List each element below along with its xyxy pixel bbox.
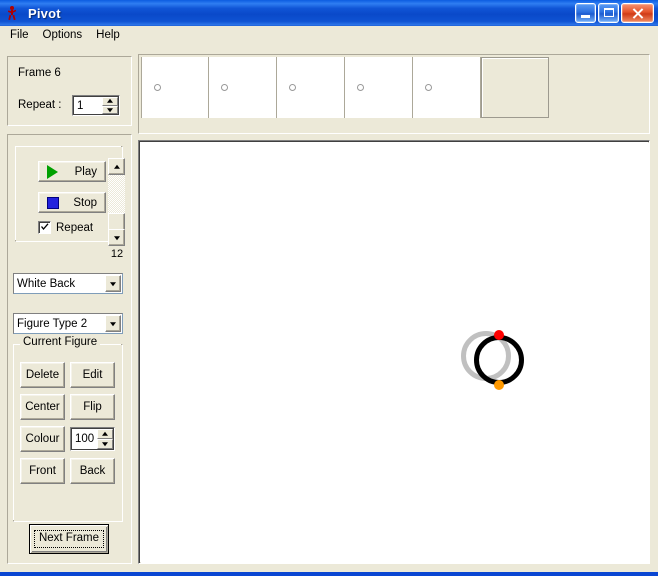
playback-panel: Play Stop Repeat 12	[7, 138, 132, 260]
send-back-button[interactable]: Back	[70, 458, 115, 484]
pivot-application-window: Pivot File Options Help Frame 6 Repeat :	[0, 0, 658, 576]
triangle-down-icon	[110, 281, 116, 286]
repeat-checkbox-row[interactable]: Repeat	[38, 221, 93, 234]
stick-figure-icon	[6, 5, 22, 21]
figure-size-stepper-buttons	[97, 429, 113, 449]
figure-thumb-icon	[425, 84, 432, 91]
figure-type-select-value: Figure Type 2	[17, 317, 88, 330]
frame-thumb-1[interactable]	[141, 57, 209, 118]
repeat-count-stepper-buttons	[102, 97, 118, 114]
chevron-down-icon[interactable]	[105, 315, 121, 332]
play-button-label: Play	[74, 165, 97, 178]
title-bar-buttons	[575, 3, 654, 23]
title-bar-left: Pivot	[6, 0, 61, 26]
scrollbar-up-button[interactable]	[108, 158, 125, 175]
figure-joint-bottom[interactable]	[494, 380, 504, 390]
triangle-down-icon	[110, 321, 116, 326]
background-select[interactable]: White Back	[13, 273, 123, 294]
background-select-value: White Back	[17, 277, 76, 290]
minimize-icon	[581, 15, 590, 18]
maximize-icon	[604, 8, 614, 17]
frame-scrollbar[interactable]	[108, 158, 125, 246]
repeat-count-value[interactable]: 1	[74, 97, 102, 114]
flip-figure-button[interactable]: Flip	[70, 394, 115, 420]
next-frame-button-label: Next Frame	[33, 530, 105, 548]
figure-size-increment-button[interactable]	[97, 429, 113, 439]
frame-thumb-6-current[interactable]	[481, 57, 549, 118]
figure-thumb-icon	[221, 84, 228, 91]
client-area: File Options Help Frame 6 Repeat : 1 Pla…	[0, 26, 658, 572]
figure-size-stepper[interactable]: 100	[70, 427, 115, 451]
frame-thumb-2[interactable]	[209, 57, 277, 118]
repeat-count-decrement-button[interactable]	[102, 105, 118, 114]
figure-thumb-icon	[357, 84, 364, 91]
repeat-count-label: Repeat :	[18, 99, 62, 111]
figure-type-select[interactable]: Figure Type 2	[13, 313, 123, 334]
title-bar: Pivot	[0, 0, 658, 26]
next-frame-button[interactable]: Next Frame	[29, 524, 109, 554]
triangle-up-icon	[113, 164, 120, 169]
figure-size-stepper-inner: 100	[71, 428, 114, 450]
repeat-count-stepper[interactable]: 1	[72, 95, 120, 116]
frame-thumb-3[interactable]	[277, 57, 345, 118]
play-button[interactable]: Play	[38, 161, 106, 182]
scrollbar-track[interactable]	[108, 175, 125, 231]
figure-size-value[interactable]: 100	[72, 429, 97, 449]
colour-figure-button[interactable]: Colour	[20, 426, 65, 452]
repeat-count-increment-button[interactable]	[102, 97, 118, 106]
figure-thumb-icon	[154, 84, 161, 91]
close-button[interactable]	[621, 3, 654, 23]
animation-canvas[interactable]	[141, 143, 649, 563]
figure-circle	[474, 335, 524, 385]
triangle-up-icon	[107, 99, 113, 104]
current-figure-legend: Current Figure	[20, 336, 101, 348]
playback-groupbox: Play Stop Repeat 12	[15, 146, 125, 260]
delete-figure-button[interactable]: Delete	[20, 362, 65, 388]
edit-figure-button[interactable]: Edit	[70, 362, 115, 388]
frame-thumb-4[interactable]	[345, 57, 413, 118]
window-title: Pivot	[28, 5, 61, 21]
menu-item-file[interactable]: File	[5, 27, 36, 44]
chevron-down-icon[interactable]	[105, 275, 121, 292]
bring-front-button[interactable]: Front	[20, 458, 65, 484]
figure-thumb-icon	[289, 84, 296, 91]
frames-strip-panel	[138, 54, 650, 134]
frames-strip[interactable]	[141, 57, 647, 118]
stop-button-label: Stop	[73, 196, 97, 209]
repeat-checkbox-label: Repeat	[56, 221, 94, 234]
triangle-down-icon	[102, 442, 108, 447]
center-figure-button[interactable]: Center	[20, 394, 65, 420]
repeat-checkbox[interactable]	[38, 221, 51, 234]
triangle-down-icon	[107, 107, 113, 112]
figure-size-decrement-button[interactable]	[97, 439, 113, 449]
triangle-up-icon	[102, 431, 108, 436]
menu-item-help[interactable]: Help	[91, 27, 127, 44]
frame-count-label: 12	[110, 248, 124, 260]
figure-joint-top[interactable]	[494, 330, 504, 340]
play-icon	[47, 164, 58, 179]
maximize-button[interactable]	[598, 3, 619, 23]
current-frame-label: Frame 6	[18, 67, 61, 79]
menu-bar: File Options Help	[0, 26, 658, 45]
animation-canvas-panel[interactable]	[138, 140, 650, 564]
stop-icon	[47, 196, 59, 209]
minimize-button[interactable]	[575, 3, 596, 23]
triangle-down-icon	[113, 235, 120, 240]
scrollbar-down-button[interactable]	[108, 229, 125, 246]
stop-button[interactable]: Stop	[38, 192, 106, 213]
repeat-count-stepper-inner: 1	[73, 96, 119, 115]
checkmark-icon	[41, 223, 49, 231]
frame-thumb-5[interactable]	[413, 57, 481, 118]
menu-item-options[interactable]: Options	[38, 27, 90, 44]
frame-info-panel: Frame 6 Repeat : 1	[7, 56, 132, 126]
